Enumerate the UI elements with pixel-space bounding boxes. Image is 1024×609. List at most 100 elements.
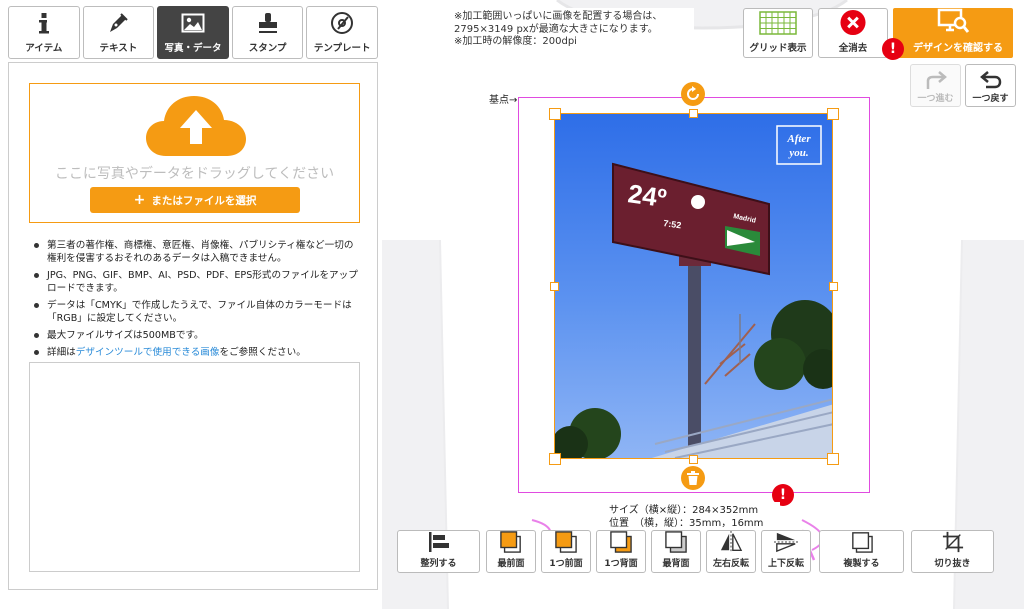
upload-dropzone[interactable]: ここに写真やデータをドラッグしてください + またはファイルを選択 [29,83,360,223]
after-you-line2: you. [787,147,808,159]
rotate-icon [687,86,699,100]
uploaded-images-list[interactable] [29,362,360,572]
send-backward-button[interactable]: 1つ背面 [596,530,646,573]
bring-front-icon [500,531,521,553]
resize-handle-ne[interactable] [827,108,839,120]
bring-forward-icon [555,531,577,553]
size-line: サイズ（横×縦）：284×352mm [609,505,759,516]
bring-forward-button[interactable]: 1つ前面 [541,530,591,573]
tab-text-label: テキスト [99,43,138,54]
flip-horizontal-button[interactable]: 左右反転 [706,530,756,573]
clear-all-label: 全消去 [838,43,868,54]
stamp-icon [258,13,277,33]
print-info: ※加工範囲いっぱいに画像を配置する場合は、 2795×3149 pxが最適な大き… [448,8,694,54]
confirm-design-label: デザインを確認する [913,43,1003,54]
duplicate-label: 複製する [843,559,880,569]
detail-prefix: 詳細は [47,347,76,358]
tab-template[interactable]: テンプレート [306,6,378,59]
send-backward-label: 1つ背面 [604,559,638,569]
crop-label: 切り抜き [934,559,971,569]
upload-panel: ここに写真やデータをドラッグしてください + またはファイルを選択 第三者の著作… [8,62,378,590]
usable-images-link[interactable]: デザインツールで使用できる画像 [76,347,220,358]
send-to-back-button[interactable]: 最背面 [651,530,701,573]
upload-notes: 第三者の著作権、商標権、意匠権、肖像権、パブリシティ権など一切の権利を侵害するお… [33,239,363,363]
redo-icon [926,71,947,89]
flip-horizontal-icon [720,531,743,553]
placed-photo[interactable]: 24º 7:52 Madrid After you. [554,113,833,459]
resize-handle-n[interactable] [689,109,698,118]
send-back-icon [665,531,687,553]
tab-stamp[interactable]: スタンプ [231,6,304,59]
billboard-temperature: 24º [626,178,669,213]
select-file-label: またはファイルを選択 [151,194,257,207]
info-line: ※加工時の解像度：200dpi [454,36,577,47]
redo-button[interactable]: 一つ進む [910,64,961,107]
bring-to-front-label: 最前面 [497,559,525,569]
crop-button[interactable]: 切り抜き [911,530,994,573]
disc-icon [331,12,354,34]
resize-handle-w[interactable] [550,282,559,291]
tab-template-label: テンプレート [313,43,371,54]
bring-to-front-button[interactable]: 最前面 [486,530,536,573]
drop-instruction: ここに写真やデータをドラッグしてください [54,166,335,182]
pen-icon [110,13,129,32]
tab-stamp-label: スタンプ [248,43,287,54]
align-icon [428,532,449,552]
grid-toggle-button[interactable]: グリッド表示 [743,8,813,58]
grid-label: グリッド表示 [749,43,807,54]
note-item-detail: 詳細はデザインツールで使用できる画像をご参照ください。 [33,346,363,359]
resize-handle-s[interactable] [689,455,698,464]
align-label: 整列する [420,559,457,569]
cloud-upload-icon [146,96,246,156]
note-item: 第三者の著作権、商標権、意匠権、肖像権、パブリシティ権など一切の権利を侵害するお… [33,239,363,265]
note-item: データは「CMYK」で作成したうえで、ファイル自体のカラーモードは「RGB」に設… [33,299,363,325]
tab-photo-data-label: 写真・データ [164,43,222,54]
send-to-back-label: 最背面 [662,559,690,569]
bring-forward-label: 1つ前面 [549,559,583,569]
info-icon [38,13,49,34]
duplicate-button[interactable]: 複製する [819,530,904,573]
detail-suffix: をご参照ください。 [219,347,306,358]
undo-icon [979,71,1001,89]
note-item: 最大ファイルサイズは500MBです。 [33,329,363,342]
image-icon [181,13,205,33]
rotate-handle[interactable] [681,82,705,106]
base-point-label: 基点→ [487,91,520,106]
select-file-button[interactable]: + またはファイルを選択 [90,187,300,213]
send-backward-icon [610,531,632,553]
undo-button[interactable]: 一つ戻す [965,64,1016,107]
info-line: 2795×3149 pxが最適な大きさになります。 [454,23,658,35]
tool-tabs: アイテム テキスト 写真・データ スタンプ テンプレート [8,6,378,60]
alert-icon: ! [882,38,904,60]
close-circle-icon [840,9,866,36]
position-line: 位置 （横，縦）：35mm，16mm [609,517,764,529]
clear-all-button[interactable]: 全消去 [818,8,888,58]
resize-handle-se[interactable] [827,453,839,465]
tab-photo-data[interactable]: 写真・データ [157,6,229,59]
align-button[interactable]: 整列する [397,530,480,573]
resize-handle-sw[interactable] [549,453,561,465]
billboard-photo: 24º 7:52 Madrid After you. [555,114,832,458]
duplicate-icon [851,532,873,553]
redo-label: 一つ進む [917,94,954,104]
trash-icon [687,471,699,485]
monitor-search-icon [937,8,970,33]
tab-item-label: アイテム [25,43,63,54]
flip-vertical-button[interactable]: 上下反転 [761,530,811,573]
delete-handle[interactable] [681,466,705,490]
after-you-line1: After [786,133,811,145]
tab-item[interactable]: アイテム [8,6,80,59]
note-item: JPG、PNG、GIF、BMP、AI、PSD、PDF、EPS形式のファイルをアッ… [33,269,363,295]
flip-vertical-label: 上下反転 [767,559,804,569]
flip-horizontal-label: 左右反転 [712,559,749,569]
undo-label: 一つ戻す [972,94,1009,104]
info-line: ※加工範囲いっぱいに画像を配置する場合は、 [454,11,663,22]
flip-vertical-icon [774,532,798,553]
confirm-design-button[interactable]: デザインを確認する [893,8,1013,58]
resize-handle-e[interactable] [829,282,838,291]
tab-text[interactable]: テキスト [82,6,155,59]
plus-icon: + [133,192,146,208]
crop-icon [942,531,963,553]
resize-handle-nw[interactable] [549,108,561,120]
grid-icon [759,11,797,35]
